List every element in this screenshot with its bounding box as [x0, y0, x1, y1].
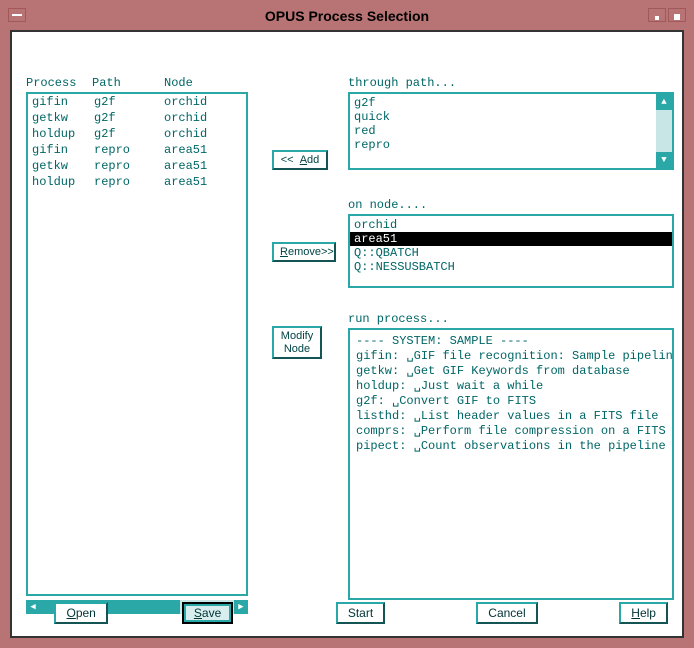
- list-item[interactable]: pipect: ␣Count observations in the pipel…: [356, 438, 666, 453]
- list-item[interactable]: g2f: [354, 96, 652, 110]
- node-list[interactable]: orchidarea51Q::QBATCHQ::NESSUSBATCH: [348, 214, 674, 288]
- list-item[interactable]: quick: [354, 110, 652, 124]
- titlebar: OPUS Process Selection: [6, 6, 688, 26]
- process-table-header: Process Path Node: [26, 76, 248, 90]
- table-row[interactable]: holdupg2forchid: [28, 126, 246, 142]
- list-item[interactable]: getkw: ␣Get GIF Keywords from database: [356, 363, 666, 378]
- list-item[interactable]: orchid: [354, 218, 668, 232]
- list-item[interactable]: repro: [354, 138, 652, 152]
- table-row[interactable]: gifinreproarea51: [28, 142, 246, 158]
- table-row[interactable]: holdupreproarea51: [28, 174, 246, 190]
- add-button[interactable]: << Add: [272, 150, 328, 170]
- vertical-scrollbar[interactable]: ▲ ▼: [656, 94, 672, 168]
- list-item[interactable]: ---- SYSTEM: SAMPLE ----: [356, 334, 666, 348]
- start-button[interactable]: Start: [336, 602, 385, 624]
- list-item[interactable]: red: [354, 124, 652, 138]
- list-item[interactable]: listhd: ␣List header values in a FITS fi…: [356, 408, 666, 423]
- table-row[interactable]: getkwreproarea51: [28, 158, 246, 174]
- process-list[interactable]: gifing2forchidgetkwg2forchidholdupg2forc…: [26, 92, 248, 596]
- modify-node-button[interactable]: ModifyNode: [272, 326, 322, 359]
- table-row[interactable]: getkwg2forchid: [28, 110, 246, 126]
- list-item[interactable]: holdup: ␣Just wait a while: [356, 378, 666, 393]
- list-item[interactable]: Q::NESSUSBATCH: [354, 260, 668, 274]
- cancel-button[interactable]: Cancel: [476, 602, 537, 624]
- through-path-label: through path...: [348, 76, 456, 90]
- col-process: Process: [26, 76, 92, 90]
- run-process-label: run process...: [348, 312, 449, 326]
- window-frame: OPUS Process Selection Process Path Node…: [0, 0, 694, 648]
- scroll-up-icon[interactable]: ▲: [656, 94, 672, 110]
- table-row[interactable]: gifing2forchid: [28, 94, 246, 110]
- col-path: Path: [92, 76, 164, 90]
- path-list[interactable]: g2fquickredrepro ▲ ▼: [348, 92, 674, 170]
- on-node-label: on node....: [348, 198, 427, 212]
- save-button[interactable]: Save: [182, 602, 233, 624]
- list-item[interactable]: gifin: ␣GIF file recognition: Sample pip…: [356, 348, 666, 363]
- main-panel: Process Path Node gifing2forchidgetkwg2f…: [10, 30, 684, 638]
- maximize-icon[interactable]: [668, 8, 686, 22]
- button-bar: Open Save Start Cancel Help: [26, 602, 668, 624]
- col-node: Node: [164, 76, 248, 90]
- open-button[interactable]: Open: [54, 602, 107, 624]
- list-item[interactable]: comprs: ␣Perform file compression on a F…: [356, 423, 666, 438]
- list-item[interactable]: Q::QBATCH: [354, 246, 668, 260]
- remove-button[interactable]: Remove>>: [272, 242, 336, 262]
- run-process-list[interactable]: ---- SYSTEM: SAMPLE ----gifin: ␣GIF file…: [348, 328, 674, 600]
- minimize-icon[interactable]: [648, 8, 666, 22]
- list-item[interactable]: area51: [350, 232, 672, 246]
- window-title: OPUS Process Selection: [6, 8, 688, 24]
- help-button[interactable]: Help: [619, 602, 668, 624]
- scroll-down-icon[interactable]: ▼: [656, 152, 672, 168]
- list-item[interactable]: g2f: ␣Convert GIF to FITS: [356, 393, 666, 408]
- system-menu-icon[interactable]: [8, 8, 26, 22]
